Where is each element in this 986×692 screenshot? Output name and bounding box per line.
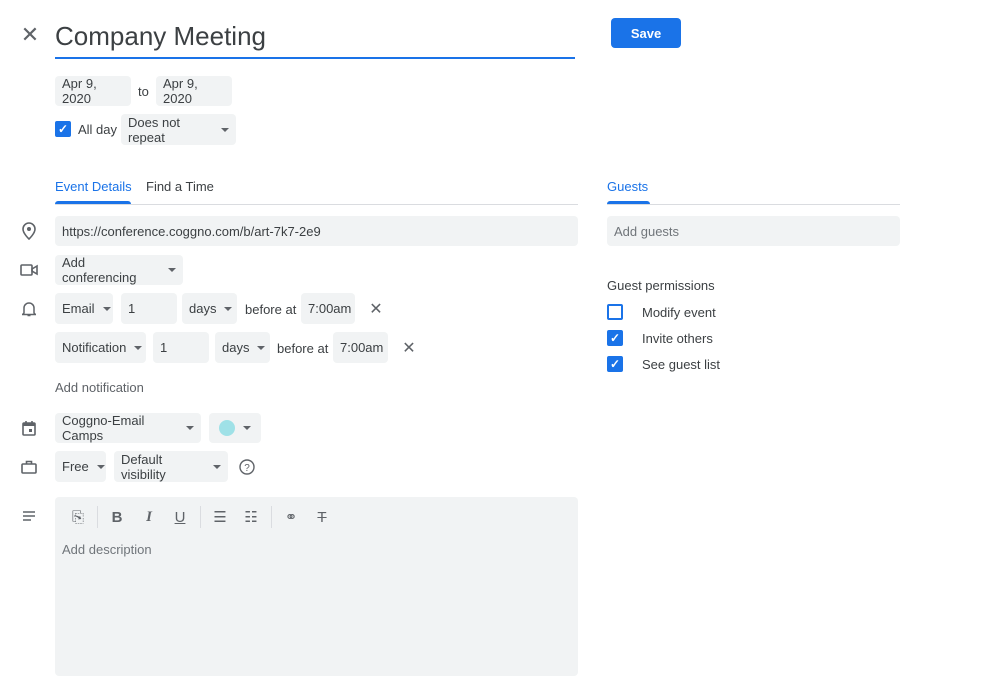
invite-others-label: Invite others bbox=[642, 331, 713, 346]
availability-dropdown[interactable]: Free bbox=[55, 451, 106, 482]
start-date-text: Apr 9, 2020 bbox=[62, 76, 97, 106]
notification-amount-text: 1 bbox=[160, 340, 168, 355]
guests-tab-indicator bbox=[607, 201, 650, 204]
remove-notification-icon[interactable]: ✕ bbox=[367, 300, 385, 318]
notification-time-input[interactable]: 7:00am bbox=[301, 293, 355, 324]
see-guest-list-label: See guest list bbox=[642, 357, 721, 372]
end-date[interactable]: Apr 9, 2020 bbox=[156, 76, 232, 106]
before-at-label: before at bbox=[245, 302, 297, 317]
notification-unit-dropdown[interactable]: days bbox=[182, 293, 237, 324]
clear-formatting-icon[interactable]: T bbox=[312, 507, 332, 527]
tab-find-a-time[interactable]: Find a Time bbox=[146, 179, 214, 194]
color-dropdown[interactable] bbox=[209, 413, 261, 443]
save-button[interactable]: Save bbox=[611, 18, 681, 48]
svg-text:?: ? bbox=[244, 463, 250, 474]
toolbar-divider bbox=[200, 506, 201, 528]
notification-type-dropdown[interactable]: Email bbox=[55, 293, 113, 324]
save-label: Save bbox=[630, 25, 662, 41]
notification-unit-text: days bbox=[222, 340, 250, 355]
description-icon bbox=[20, 507, 38, 525]
title-input[interactable]: Company Meeting bbox=[55, 20, 575, 59]
tab-active-indicator bbox=[55, 201, 131, 204]
location-input[interactable]: https://conference.coggno.com/b/art-7k7-… bbox=[55, 216, 578, 246]
caret-down-icon bbox=[168, 268, 176, 272]
calendar-icon bbox=[20, 419, 38, 437]
italic-icon[interactable]: I bbox=[139, 507, 159, 527]
modify-event-label: Modify event bbox=[642, 305, 716, 320]
notification-time-text: 7:00am bbox=[308, 301, 352, 316]
caret-down-icon bbox=[186, 426, 194, 430]
numbered-list-icon[interactable]: ☰ bbox=[210, 507, 230, 527]
tabs-divider bbox=[55, 204, 578, 205]
guests-divider bbox=[607, 204, 900, 205]
tab-guests[interactable]: Guests bbox=[607, 179, 648, 194]
all-day-checkbox[interactable]: ✓ bbox=[55, 121, 71, 137]
invite-others-checkbox[interactable]: ✓ bbox=[607, 330, 623, 346]
help-icon[interactable]: ? bbox=[238, 458, 256, 476]
underline-icon[interactable]: U bbox=[170, 507, 190, 527]
check-icon: ✓ bbox=[609, 331, 621, 345]
video-icon bbox=[20, 261, 38, 279]
add-guests-placeholder: Add guests bbox=[614, 223, 680, 239]
tab-event-details[interactable]: Event Details bbox=[55, 179, 132, 194]
caret-down-icon bbox=[102, 306, 111, 311]
conferencing-dropdown[interactable]: Add conferencing bbox=[55, 255, 183, 285]
title-text: Company Meeting bbox=[55, 21, 266, 51]
notification-time-input[interactable]: 7:00am bbox=[333, 332, 388, 363]
before-at-label: before at bbox=[277, 341, 329, 356]
toolbar-divider bbox=[271, 506, 272, 528]
start-date[interactable]: Apr 9, 2020 bbox=[55, 76, 131, 106]
notification-amount-text: 1 bbox=[128, 301, 136, 316]
notification-type-dropdown[interactable]: Notification bbox=[55, 332, 146, 363]
briefcase-icon bbox=[20, 458, 38, 476]
notification-time-text: 7:00am bbox=[340, 340, 384, 355]
caret-down-icon bbox=[243, 426, 251, 430]
to-label: to bbox=[138, 84, 149, 99]
location-icon bbox=[20, 222, 38, 240]
visibility-dropdown[interactable]: Default visibility bbox=[114, 451, 228, 482]
see-guest-list-checkbox[interactable]: ✓ bbox=[607, 356, 623, 372]
bell-icon bbox=[20, 300, 38, 318]
calendar-name: Coggno-Email Camps bbox=[62, 413, 145, 443]
notification-unit-text: days bbox=[189, 301, 217, 316]
bold-icon[interactable]: B bbox=[107, 507, 127, 527]
check-icon: ✓ bbox=[57, 122, 69, 136]
notification-amount-input[interactable]: 1 bbox=[153, 332, 209, 363]
bulleted-list-icon[interactable]: ☷ bbox=[241, 507, 261, 527]
notification-type-text: Notification bbox=[62, 340, 127, 355]
add-notification-link[interactable]: Add notification bbox=[55, 380, 144, 395]
description-placeholder: Add description bbox=[62, 542, 152, 557]
location-text: https://conference.coggno.com/b/art-7k7-… bbox=[62, 223, 321, 239]
all-day-label: All day bbox=[78, 122, 118, 137]
toolbar-divider bbox=[97, 506, 98, 528]
check-icon: ✓ bbox=[609, 357, 621, 371]
attachment-icon[interactable]: ⎘ bbox=[68, 507, 88, 527]
link-icon[interactable]: ⚭ bbox=[281, 507, 301, 527]
guest-permissions-title: Guest permissions bbox=[607, 278, 715, 293]
caret-down-icon bbox=[224, 306, 233, 311]
caret-down-icon bbox=[257, 345, 266, 350]
visibility-text: Default visibility bbox=[121, 451, 166, 482]
notification-amount-input[interactable]: 1 bbox=[121, 293, 177, 324]
remove-notification-icon[interactable]: ✕ bbox=[400, 339, 418, 357]
calendar-dropdown[interactable]: Coggno-Email Camps bbox=[55, 413, 201, 443]
notification-unit-dropdown[interactable]: days bbox=[215, 332, 270, 363]
close-icon[interactable]: ✕ bbox=[21, 22, 39, 47]
repeat-dropdown[interactable]: Does not repeat bbox=[121, 114, 236, 145]
conferencing-text: Add conferencing bbox=[62, 255, 137, 285]
add-guests-input[interactable]: Add guests bbox=[607, 216, 900, 246]
caret-down-icon bbox=[213, 464, 221, 469]
caret-down-icon bbox=[134, 345, 143, 350]
end-date-text: Apr 9, 2020 bbox=[163, 76, 198, 106]
availability-text: Free bbox=[62, 459, 89, 474]
caret-down-icon bbox=[96, 464, 105, 469]
repeat-text: Does not repeat bbox=[128, 114, 181, 145]
caret-down-icon bbox=[221, 127, 229, 132]
modify-event-checkbox[interactable] bbox=[607, 304, 623, 320]
notification-type-text: Email bbox=[62, 301, 95, 316]
color-swatch bbox=[219, 420, 235, 436]
